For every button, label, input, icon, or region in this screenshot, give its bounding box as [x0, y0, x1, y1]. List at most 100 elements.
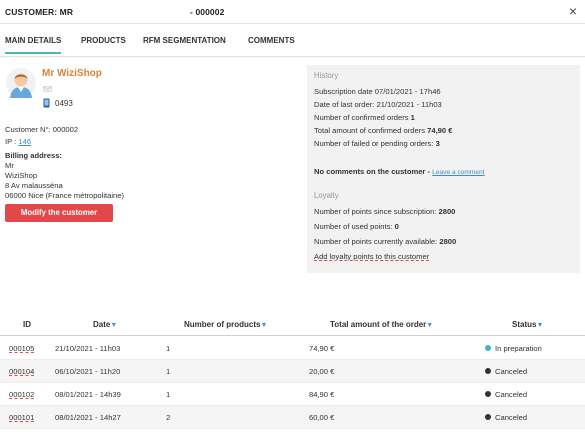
chevron-down-icon: ▼ [110, 322, 118, 329]
close-icon[interactable]: × [565, 3, 581, 19]
table-header: ID Date▼ Number of products▼ Total amoun… [0, 314, 585, 336]
points-since-subscription: Number of points since subscription: 280… [314, 207, 455, 217]
failed-orders: Number of failed or pending orders: 3 [314, 139, 440, 149]
order-id-link[interactable]: 000102 [9, 390, 34, 399]
column-total-amount[interactable]: Total amount of the order▼ [330, 320, 433, 329]
order-products: 1 [166, 344, 171, 353]
used-points: Number of used points: 0 [314, 222, 399, 232]
order-status: Canceled [485, 390, 527, 399]
confirmed-value: 1 [410, 113, 415, 122]
tab-products[interactable]: PRODUCTS [81, 36, 126, 52]
order-date: 08/01/2021 - 14h39 [55, 390, 121, 399]
title-suffix: - 000002 [190, 7, 225, 17]
column-status[interactable]: Status▼ [512, 320, 543, 329]
tab-rfm-segmentation[interactable]: RFM SEGMENTATION [143, 36, 226, 52]
loyalty-title: Loyalty [314, 191, 339, 200]
ip-row: IP : 146 [5, 137, 31, 147]
status-label: Canceled [495, 413, 528, 422]
column-date-label: Date [93, 320, 111, 329]
table-row[interactable]: 000104 06/10/2021 - 11h20 1 20,00 € Canc… [0, 360, 585, 383]
order-products: 1 [166, 390, 171, 399]
column-id[interactable]: ID [23, 320, 31, 329]
confirmed-orders: Number of confirmed orders 1 [314, 113, 415, 123]
chevron-down-icon: ▼ [260, 322, 268, 329]
table-row[interactable]: 000105 21/10/2021 - 11h03 1 74,90 € In p… [0, 337, 585, 360]
failed-value: 3 [435, 139, 440, 148]
ip-link[interactable]: 146 [18, 137, 31, 146]
order-date: 21/10/2021 - 11h03 [55, 344, 121, 353]
order-id-link[interactable]: 000101 [9, 413, 34, 422]
status-dot [485, 414, 491, 420]
customer-number: Customer N°: 000002 [5, 125, 79, 134]
used-value: 0 [394, 222, 399, 231]
used-label: Number of used points: [314, 222, 395, 231]
order-total: 20,00 € [309, 367, 335, 376]
comments-row: No comments on the customer - Leave a co… [314, 167, 485, 178]
order-status: Canceled [485, 413, 527, 422]
status-dot [485, 345, 491, 351]
tab-comments[interactable]: COMMENTS [248, 36, 295, 52]
comments-text: No comments on the customer - [314, 167, 433, 176]
subscription-date: Subscription date 07/01/2021 - 17h46 [314, 87, 441, 96]
order-products: 2 [166, 413, 171, 422]
billing-title: Billing address: [5, 151, 62, 160]
title-prefix: CUSTOMER: MR [5, 7, 74, 17]
phone-icon [43, 98, 50, 108]
order-date: 06/10/2021 - 11h20 [55, 367, 121, 376]
confirmed-label: Number of confirmed orders [314, 113, 411, 122]
column-status-label: Status [512, 320, 537, 329]
billing-line: 06000 Nice (France métropolitaine) [5, 191, 125, 200]
status-dot [485, 368, 491, 374]
table-row[interactable]: 000102 08/01/2021 - 14h39 1 84,90 € Canc… [0, 383, 585, 406]
phone-number: 0493 [55, 99, 73, 108]
status-label: Canceled [495, 390, 528, 399]
order-id-link[interactable]: 000105 [9, 344, 34, 353]
customer-name: Mr WiziShop [42, 68, 102, 79]
add-loyalty-points-link[interactable]: Add loyalty points to this customer [314, 252, 429, 262]
column-number-of-products[interactable]: Number of products▼ [184, 320, 267, 329]
billing-line: WiziShop [5, 171, 38, 180]
tab-main-details[interactable]: MAIN DETAILS [5, 36, 62, 54]
chevron-down-icon: ▼ [536, 322, 544, 329]
available-value: 2800 [439, 237, 457, 246]
available-points: Number of points currently available: 28… [314, 237, 456, 247]
history-panel: History Subscription date 07/01/2021 - 1… [307, 65, 580, 273]
customer-details: Mr WiziShop 0493 Customer N°: 000002 IP … [0, 60, 300, 240]
order-date: 08/01/2021 - 14h27 [55, 413, 121, 422]
order-products: 1 [166, 367, 171, 376]
billing-line: 8 Av malausséna [5, 181, 63, 190]
ip-label: IP : [5, 137, 19, 146]
available-label: Number of points currently available: [314, 237, 440, 246]
billing-line: Mr [5, 161, 14, 170]
modal-header: CUSTOMER: MR - 000002 × [0, 0, 585, 24]
order-id-link[interactable]: 000104 [9, 367, 34, 376]
order-total: 60,00 € [309, 413, 335, 422]
total-confirmed: Total amount of confirmed orders 74,90 € [314, 126, 452, 136]
page-title: CUSTOMER: MR - 000002 [5, 7, 224, 17]
order-status: Canceled [485, 367, 527, 376]
column-total-label: Total amount of the order [330, 320, 427, 329]
leave-comment-link[interactable]: Leave a comment [432, 169, 484, 176]
column-date[interactable]: Date▼ [93, 320, 117, 329]
total-label: Total amount of confirmed orders [314, 126, 428, 135]
failed-label: Number of failed or pending orders: [314, 139, 436, 148]
redacted-name [75, 8, 188, 17]
history-title: History [314, 71, 339, 80]
since-value: 2800 [438, 207, 456, 216]
chevron-down-icon: ▼ [426, 322, 434, 329]
modify-customer-button[interactable]: Modify the customer [5, 204, 113, 222]
order-status: In preparation [485, 344, 542, 353]
last-order-date: Date of last order: 21/10/2021 - 11h03 [314, 100, 442, 109]
order-total: 74,90 € [309, 344, 335, 353]
table-row[interactable]: 000101 08/01/2021 - 14h27 2 60,00 € Canc… [0, 406, 585, 429]
status-label: Canceled [495, 367, 528, 376]
status-label: In preparation [495, 344, 542, 353]
tab-bar: MAIN DETAILS PRODUCTS RFM SEGMENTATION C… [0, 28, 585, 57]
since-label: Number of points since subscription: [314, 207, 439, 216]
avatar [6, 68, 36, 98]
mail-icon [43, 86, 52, 92]
column-products-label: Number of products [184, 320, 261, 329]
total-value: 74,90 € [427, 126, 453, 135]
status-dot [485, 391, 491, 397]
order-total: 84,90 € [309, 390, 335, 399]
